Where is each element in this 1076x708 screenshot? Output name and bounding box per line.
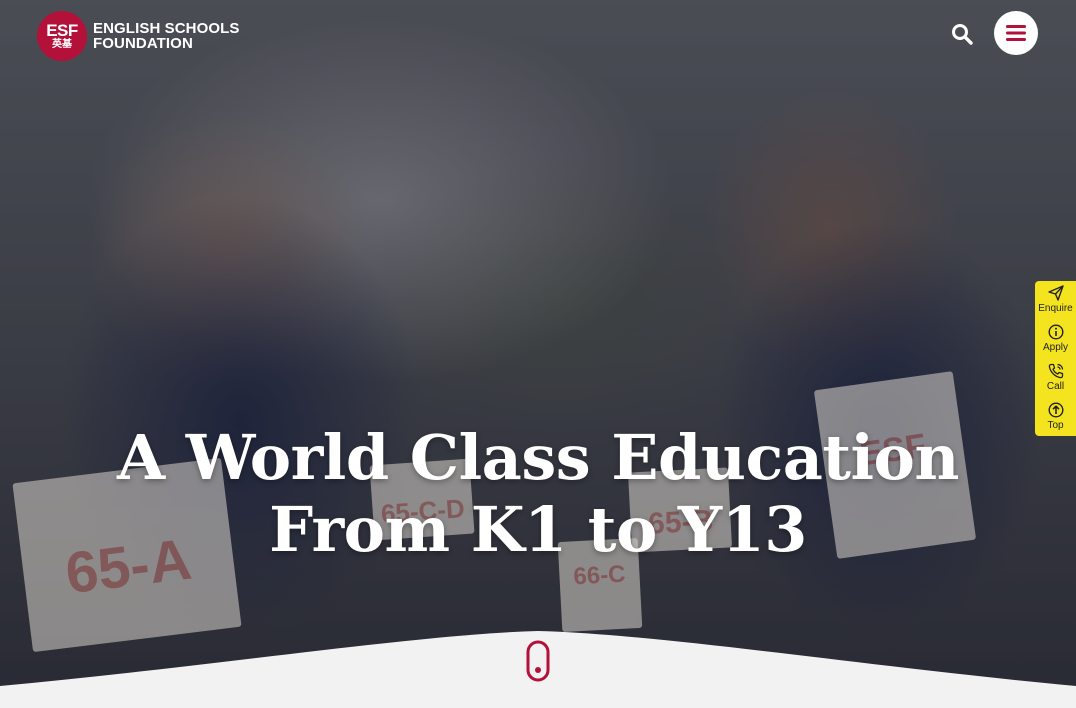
scroll-down-indicator[interactable] — [526, 640, 550, 682]
arrow-up-circle-icon — [1047, 402, 1064, 418]
esf-logo-badge: ESF 英基 — [37, 11, 87, 61]
back-to-top-button[interactable]: Top — [1035, 397, 1076, 436]
hamburger-menu-icon — [1006, 25, 1026, 41]
logo-wordmark: ENGLISH SCHOOLS FOUNDATION — [93, 20, 240, 52]
esf-logo-link[interactable]: ESF 英基 ENGLISH SCHOOLS FOUNDATION — [37, 11, 240, 61]
search-button[interactable] — [948, 20, 976, 48]
hero-background-image: 65-A 65-C-D 65-B 66-C ESF — [0, 0, 1076, 708]
side-toolbar: Enquire Apply Call Top — [1035, 281, 1076, 436]
call-button[interactable]: Call — [1035, 359, 1076, 398]
enquire-button[interactable]: Enquire — [1035, 281, 1076, 320]
info-circle-icon — [1047, 324, 1064, 340]
apply-button[interactable]: Apply — [1035, 320, 1076, 359]
site-header: ESF 英基 ENGLISH SCHOOLS FOUNDATION — [0, 0, 1076, 70]
search-icon — [952, 24, 973, 45]
phone-icon — [1048, 363, 1063, 379]
hero-headline: A World Class Education From K1 to Y13 — [117, 421, 959, 566]
menu-button[interactable] — [994, 11, 1038, 55]
paper-plane-icon — [1047, 285, 1064, 302]
mouse-scroll-icon — [526, 640, 550, 682]
